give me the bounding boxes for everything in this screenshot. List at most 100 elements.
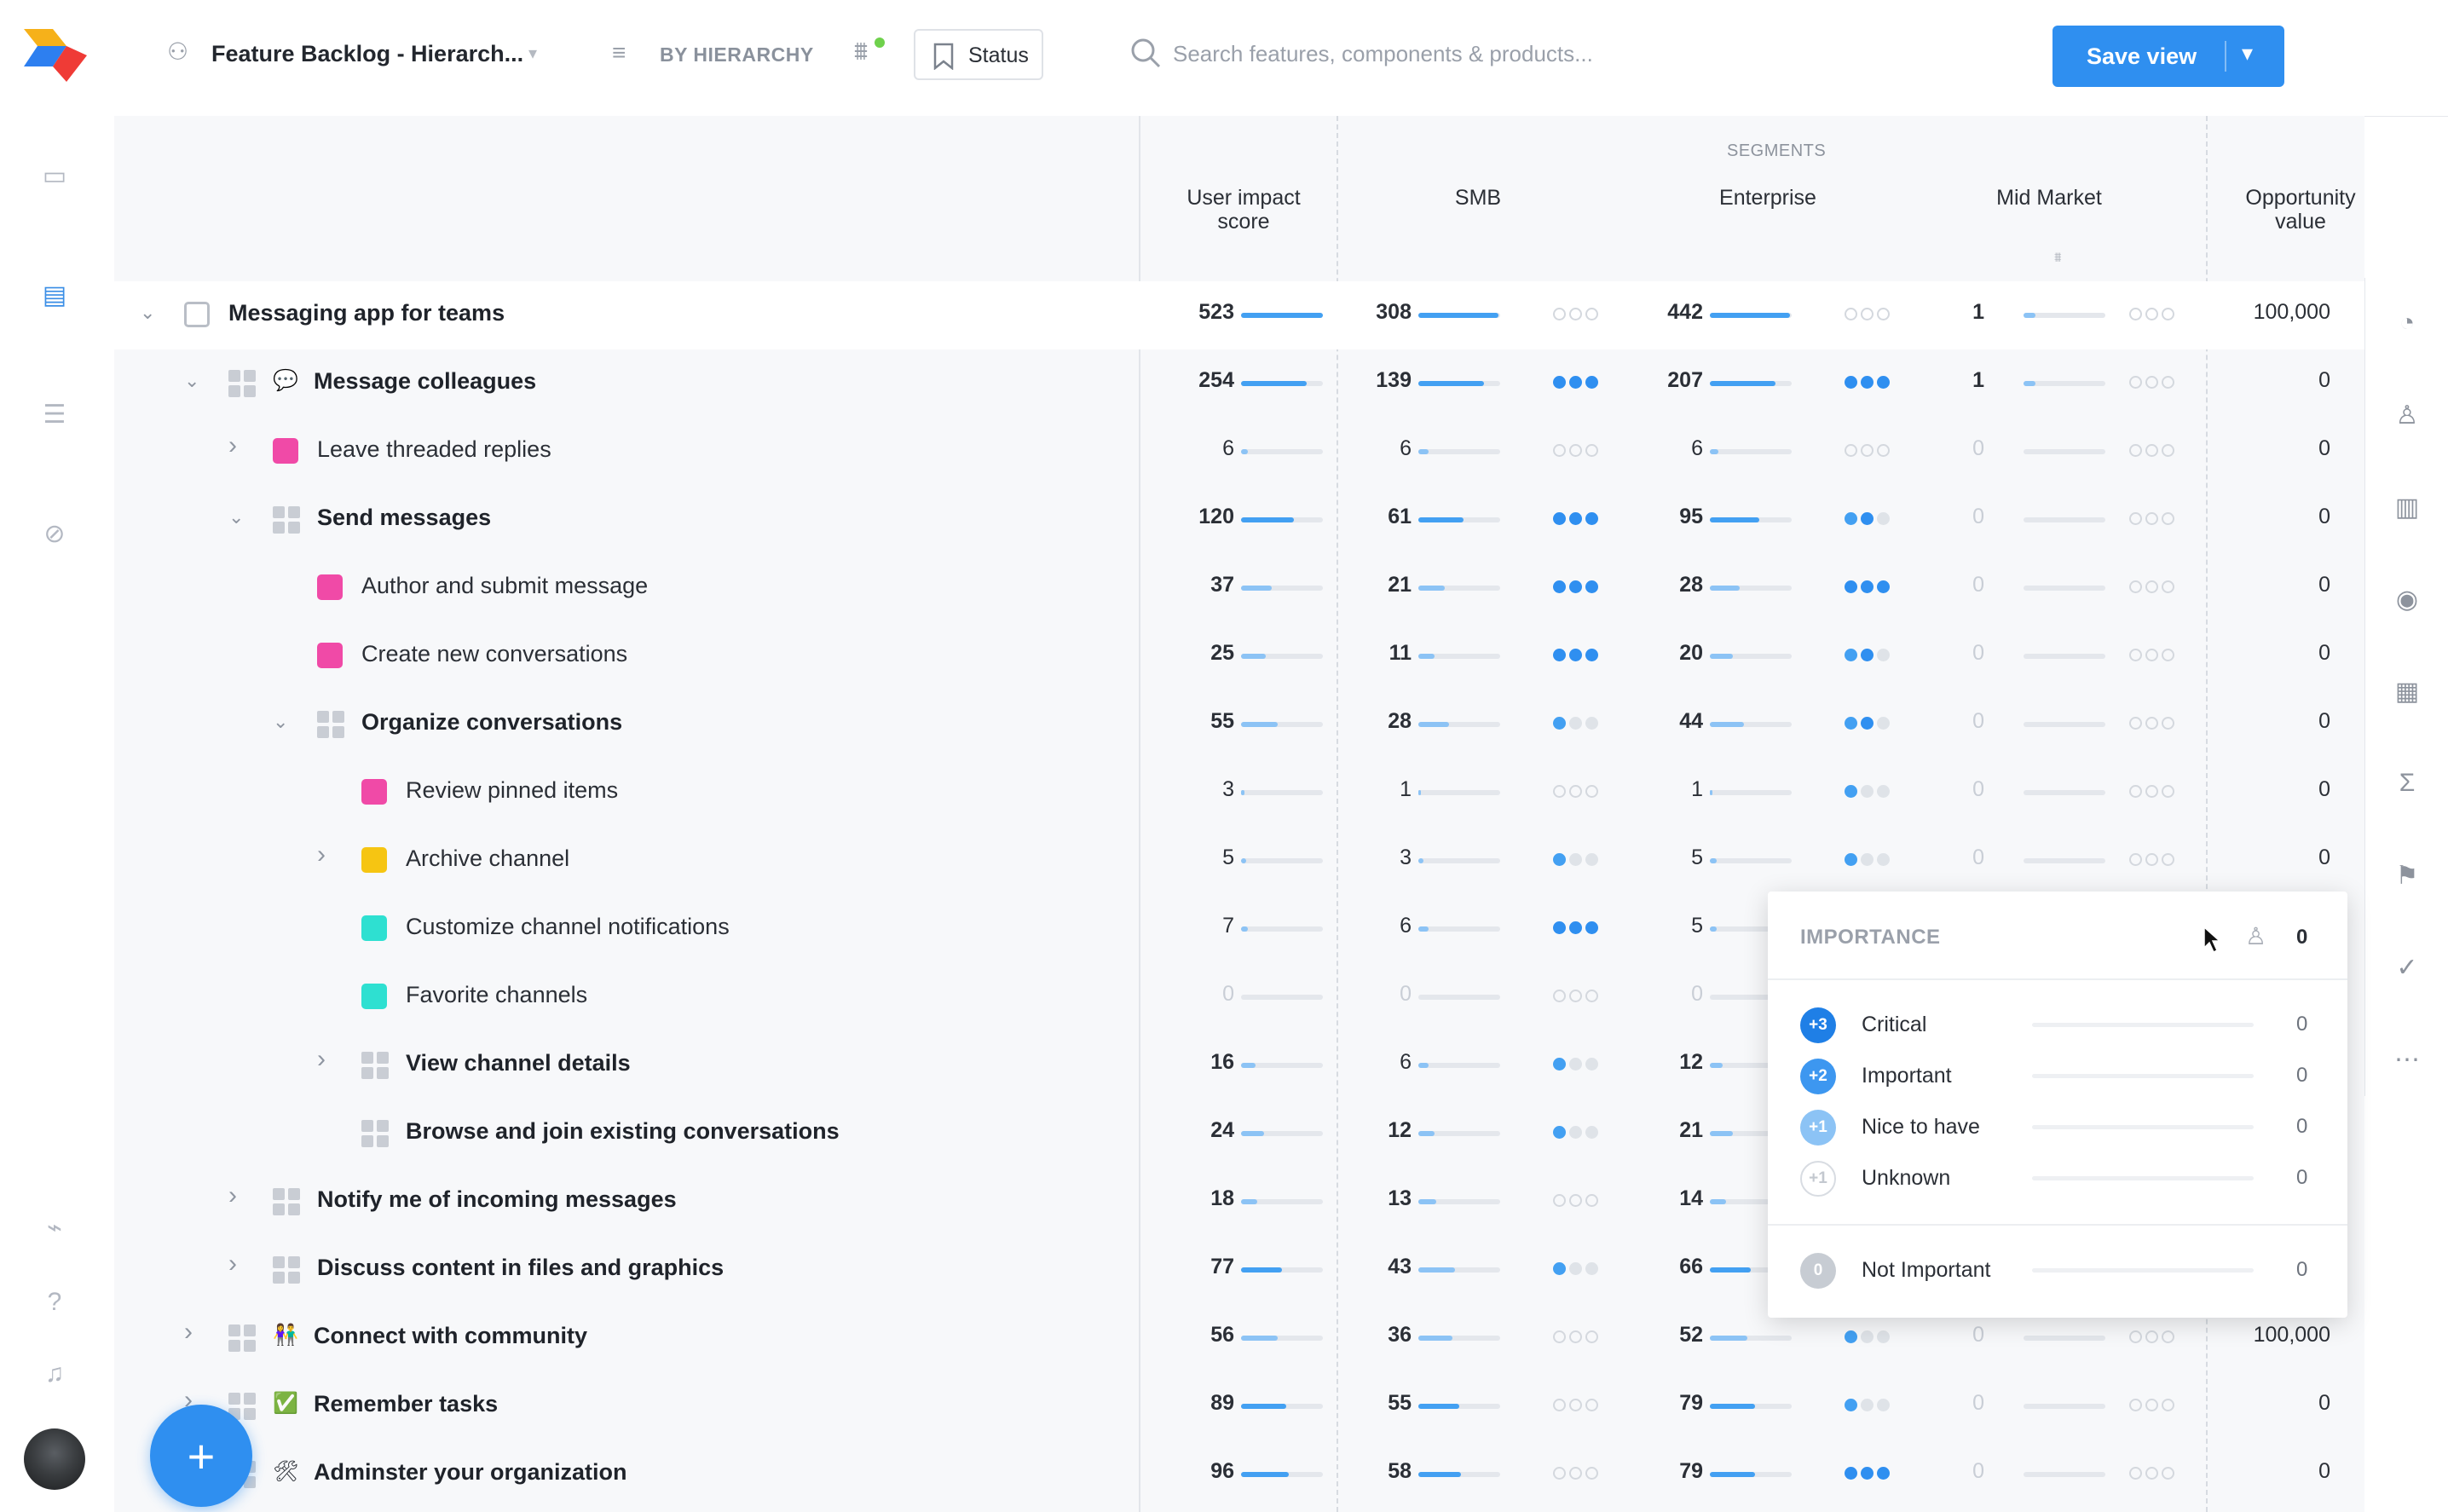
importance-dots[interactable] (1553, 376, 1604, 391)
importance-dots[interactable] (2129, 512, 2180, 528)
search-input[interactable]: Search features, components & products..… (1173, 41, 1593, 67)
insights-pie-icon[interactable]: ◔ (2389, 305, 2425, 341)
chevron-down-icon[interactable]: ⌄ (228, 506, 244, 528)
importance-dots[interactable] (1553, 921, 1604, 937)
importance-dots[interactable] (1845, 785, 1896, 800)
col-user-impact[interactable]: User impact score (1163, 186, 1325, 234)
importance-dots[interactable] (1845, 649, 1896, 664)
importance-option[interactable]: +3 Critical 0 (1768, 997, 2347, 1048)
importance-dots[interactable] (1553, 308, 1604, 323)
importance-option[interactable]: +2 Important 0 (1768, 1048, 2347, 1099)
importance-dots[interactable] (1553, 580, 1604, 596)
chevron-right-icon[interactable]: › (228, 1249, 237, 1278)
features-board-icon[interactable]: ▤ (38, 278, 72, 312)
feature-name[interactable]: Organize conversations (361, 709, 622, 736)
importance-dots[interactable] (1553, 990, 1604, 1005)
importance-dots[interactable] (1845, 1330, 1896, 1346)
importance-dots[interactable] (2129, 580, 2180, 596)
feature-name[interactable]: Message colleagues (314, 368, 536, 395)
chevron-down-icon[interactable]: ⌄ (140, 302, 155, 324)
table-row[interactable]: › ✅ Remember tasks 89 55 79 0 0 (114, 1372, 2364, 1440)
save-view-button[interactable]: Save view ▾ (2053, 26, 2284, 87)
importance-dots[interactable] (1845, 308, 1896, 323)
sigma-icon[interactable]: Σ (2389, 765, 2425, 801)
help-icon[interactable]: ? (38, 1285, 72, 1319)
importance-option[interactable]: +1 Nice to have 0 (1768, 1099, 2347, 1151)
importance-dots[interactable] (2129, 308, 2180, 323)
feature-name[interactable]: Leave threaded replies (317, 436, 551, 463)
feature-name[interactable]: Notify me of incoming messages (317, 1186, 677, 1213)
importance-option[interactable]: 0 Not Important 0 (1768, 1243, 2347, 1294)
chevron-right-icon[interactable]: › (228, 431, 237, 460)
col-smb[interactable]: SMB (1418, 186, 1538, 210)
importance-dots[interactable] (1845, 444, 1896, 459)
feature-name[interactable]: Favorite channels (406, 982, 587, 1008)
importance-dots[interactable] (1845, 1399, 1896, 1414)
app-logo[interactable] (24, 29, 87, 82)
chevron-right-icon[interactable]: › (317, 840, 326, 869)
roadmap-icon[interactable]: ☰ (38, 397, 72, 431)
table-row[interactable]: Review pinned items 3 1 1 0 0 (114, 759, 2364, 827)
table-row[interactable]: Create new conversations 25 11 20 0 0 (114, 622, 2364, 690)
col-mid-market[interactable]: Mid Market (1981, 186, 2117, 210)
col-enterprise[interactable]: Enterprise (1700, 186, 1836, 210)
importance-dots[interactable] (2129, 444, 2180, 459)
view-title[interactable]: Feature Backlog - Hierarch... (211, 41, 523, 67)
importance-dots[interactable] (1845, 376, 1896, 391)
avatar[interactable] (24, 1428, 85, 1490)
table-row[interactable]: ⌄ Send messages 120 61 95 0 0 (114, 486, 2364, 554)
importance-option[interactable]: +1 Unknown 0 (1768, 1151, 2347, 1202)
chevron-down-icon[interactable]: ⌄ (184, 370, 199, 392)
chevron-down-icon[interactable]: ▾ (2242, 40, 2253, 66)
importance-dots[interactable] (2129, 1467, 2180, 1482)
chevron-down-icon[interactable]: ⌄ (273, 711, 288, 733)
check-icon[interactable]: ✓ (2389, 949, 2425, 985)
table-row[interactable]: ›🛠Adminster your organization96587900 (114, 1440, 2364, 1509)
importance-dots[interactable] (1553, 1467, 1604, 1482)
importance-dots[interactable] (1553, 444, 1604, 459)
chevron-down-icon[interactable]: ▾ (528, 43, 537, 64)
importance-dots[interactable] (1553, 1126, 1604, 1141)
importance-dots[interactable] (1553, 1330, 1604, 1346)
feature-name[interactable]: Send messages (317, 505, 491, 531)
chevron-right-icon[interactable]: › (317, 1045, 326, 1074)
importance-dots[interactable] (2129, 376, 2180, 391)
importance-dots[interactable] (1553, 785, 1604, 800)
feature-name[interactable]: Adminster your organization (314, 1459, 627, 1486)
importance-dots[interactable] (1845, 717, 1896, 732)
feature-name[interactable]: Remember tasks (314, 1391, 498, 1417)
feature-name[interactable]: View channel details (406, 1050, 631, 1076)
feature-name[interactable]: Create new conversations (361, 641, 627, 667)
insights-icon[interactable]: ⊘ (38, 517, 72, 551)
importance-dots[interactable] (1845, 512, 1896, 528)
chevron-right-icon[interactable]: › (184, 1318, 193, 1347)
feature-name[interactable]: Review pinned items (406, 777, 618, 804)
importance-dots[interactable] (2129, 1399, 2180, 1414)
feature-name[interactable]: Discuss content in files and graphics (317, 1255, 724, 1281)
table-row[interactable]: ⌄ 💬 Message colleagues 254 139 207 1 0 (114, 349, 2364, 418)
importance-dots[interactable] (1553, 1194, 1604, 1209)
importance-dots[interactable] (1553, 512, 1604, 528)
table-row[interactable]: ⌄ Messaging app for teams 523 308 442 1 100,00… (114, 281, 2364, 349)
chevron-right-icon[interactable]: › (228, 1181, 237, 1210)
feature-name[interactable]: Author and submit message (361, 573, 648, 599)
feature-name[interactable]: Archive channel (406, 845, 569, 872)
importance-dots[interactable] (1553, 853, 1604, 869)
feature-name[interactable]: Connect with community (314, 1323, 587, 1349)
add-feature-button[interactable]: + (150, 1405, 252, 1507)
feature-name[interactable]: Browse and join existing conversations (406, 1118, 840, 1145)
flag-icon[interactable]: ⚑ (2389, 857, 2425, 893)
status-button[interactable]: Status (914, 29, 1043, 80)
table-row[interactable]: › Leave threaded replies 6 6 6 0 0 (114, 418, 2364, 486)
importance-dots[interactable] (1845, 853, 1896, 869)
importance-dots[interactable] (1553, 1399, 1604, 1414)
target-icon[interactable]: ◉ (2389, 581, 2425, 617)
table-row[interactable]: › Archive channel 5 3 5 0 0 (114, 827, 2364, 895)
importance-dots[interactable] (2129, 1330, 2180, 1346)
importance-dots[interactable] (2129, 649, 2180, 664)
importance-dots[interactable] (1553, 1058, 1604, 1073)
table-row[interactable]: ⌄ Organize conversations 55 28 44 0 0 (114, 690, 2364, 759)
user-icon[interactable]: ♙ (2389, 397, 2425, 433)
importance-dots[interactable] (1845, 580, 1896, 596)
importance-dots[interactable] (1553, 649, 1604, 664)
